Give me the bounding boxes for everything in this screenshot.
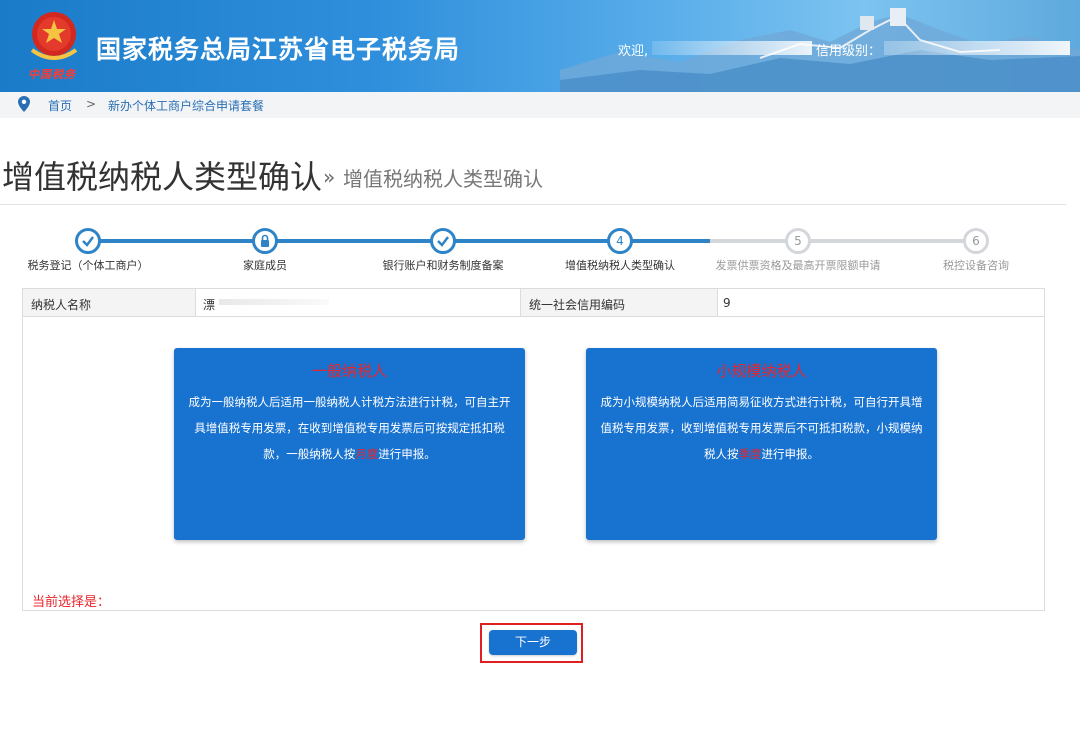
step-6-number: 6 xyxy=(972,234,980,248)
taxpayer-info-row: 纳税人名称 漂 统一社会信用编码 9 xyxy=(22,288,1045,317)
taxpayer-name-redacted xyxy=(219,299,329,305)
current-selection-label: 当前选择是： xyxy=(32,595,111,610)
location-pin-icon xyxy=(18,96,30,112)
breadcrumb-home-link[interactable]: 首页 xyxy=(48,97,72,114)
username-redacted xyxy=(652,41,812,55)
small-scale-taxpayer-period: 季度 xyxy=(738,447,762,461)
breadcrumb-separator: > xyxy=(86,97,97,111)
site-header: 中国税务 国家税务总局江苏省电子税务局 欢迎, 信用级别： xyxy=(0,0,1080,92)
taxpayer-name-label-cell: 纳税人名称 xyxy=(23,289,196,316)
divider xyxy=(0,204,1066,205)
step-3-label: 银行账户和财务制度备案 xyxy=(382,259,504,272)
breadcrumb: 首页 > 新办个体工商户综合申请套餐 xyxy=(0,92,1080,118)
small-scale-taxpayer-title: 小规模纳税人 xyxy=(716,362,807,380)
step-4-label: 增值税纳税人类型确认 xyxy=(565,259,675,272)
general-taxpayer-description: 成为一般纳税人后适用一般纳税人计税方法进行计税，可自主开具增值税专用发票，在收到… xyxy=(188,395,511,461)
general-taxpayer-card[interactable]: 一般纳税人 成为一般纳税人后适用一般纳税人计税方法进行计税，可自主开具增值税专用… xyxy=(174,348,525,540)
breadcrumb-current-link[interactable]: 新办个体工商户综合申请套餐 xyxy=(108,97,264,114)
step-3-check-icon xyxy=(430,228,456,254)
progress-line-pending xyxy=(710,239,976,243)
step-2-label: 家庭成员 xyxy=(243,259,287,272)
credit-level-redacted xyxy=(884,41,1070,55)
small-scale-taxpayer-card[interactable]: 小规模纳税人 成为小规模纳税人后适用简易征收方式进行计税，可自行开具增值税专用发… xyxy=(586,348,937,540)
taxpayer-name-value: 漂 xyxy=(203,298,216,312)
general-taxpayer-title: 一般纳税人 xyxy=(311,362,387,380)
step-2-lock-icon xyxy=(252,228,278,254)
step-1-check-icon xyxy=(75,228,101,254)
step-5-number: 5 xyxy=(794,234,802,248)
next-step-button[interactable]: 下一步 xyxy=(489,630,577,655)
step-6-label: 税控设备咨询 xyxy=(943,259,1009,272)
step-1-label: 税务登记（个体工商户） xyxy=(27,259,149,272)
site-title: 国家税务总局江苏省电子税务局 xyxy=(96,35,461,64)
step-4-number: 4 xyxy=(616,234,624,248)
small-scale-taxpayer-description: 成为小规模纳税人后适用简易征收方式进行计税，可自行开具增值税专用发票，收到增值税… xyxy=(600,395,923,461)
credit-code-label-cell: 统一社会信用编码 xyxy=(520,289,718,316)
page-title: 增值税纳税人类型确认 xyxy=(2,158,323,196)
step-4-circle: 4 xyxy=(607,228,633,254)
national-emblem-icon xyxy=(30,12,78,60)
general-taxpayer-period: 月度 xyxy=(355,447,379,461)
credit-code-label: 统一社会信用编码 xyxy=(529,298,626,312)
brand-calligraphy: 中国税务 xyxy=(28,68,76,81)
credit-level-label: 信用级别： xyxy=(816,44,882,59)
welcome-text: 欢迎, xyxy=(618,44,649,59)
taxpayer-name-label: 纳税人名称 xyxy=(31,298,92,312)
step-6-circle: 6 xyxy=(963,228,989,254)
step-5-label: 发票供票资格及最高开票限额申请 xyxy=(715,259,881,272)
credit-code-value: 9 xyxy=(723,296,731,310)
page-subtitle: 增值税纳税人类型确认 xyxy=(343,167,543,191)
title-arrow: » xyxy=(323,165,336,189)
step-5-circle: 5 xyxy=(785,228,811,254)
